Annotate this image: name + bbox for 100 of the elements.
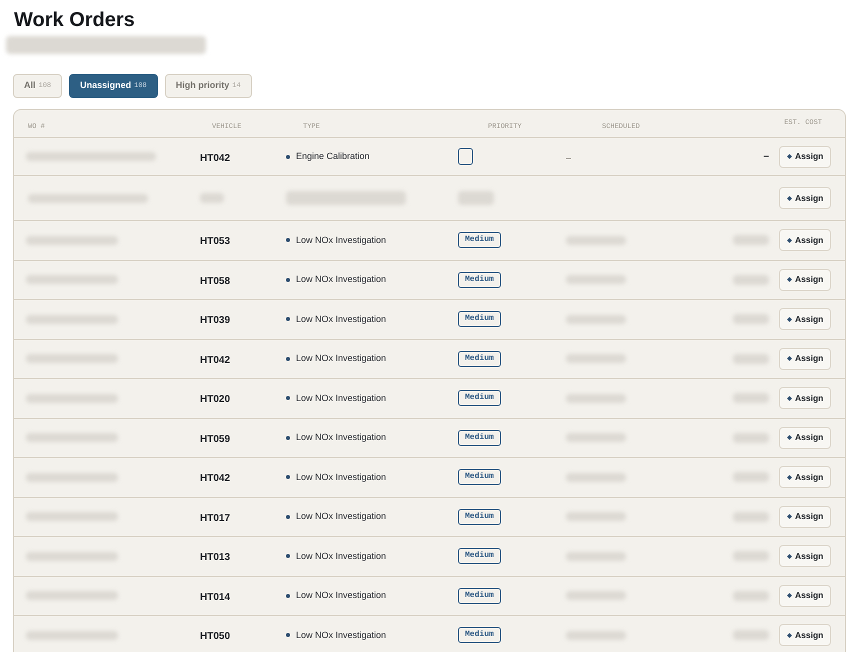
vehicle-id: HT059	[200, 434, 230, 445]
vehicle-id: HT017	[200, 512, 230, 524]
work-type: Low NOx Investigation	[296, 510, 386, 523]
blurred-text	[566, 591, 626, 600]
page-title: Work Orders	[14, 8, 135, 33]
priority-tag: Medium	[458, 508, 501, 525]
diamond-icon	[787, 396, 792, 401]
vehicle-id: HT042	[200, 473, 230, 484]
vehicle-id: HT013	[200, 552, 230, 564]
work-type: Low NOx Investigation	[296, 550, 386, 563]
work-type: Low NOx Investigation	[296, 273, 386, 286]
blurred-text	[733, 354, 769, 364]
work-type: Low NOx Investigation	[296, 234, 386, 247]
status-dot-icon	[286, 278, 290, 282]
blurred-text	[733, 274, 769, 285]
blurred-text	[733, 393, 769, 404]
vehicle-id: HT020	[200, 394, 230, 406]
assign-button[interactable]: Assign	[779, 348, 832, 370]
work-type: Low NOx Investigation	[296, 392, 386, 405]
assign-button[interactable]: Assign	[779, 466, 832, 488]
work-type: Low NOx Investigation	[296, 431, 386, 444]
assign-button[interactable]: Assign	[779, 387, 832, 410]
priority-tag: Medium	[458, 430, 501, 446]
diamond-icon	[787, 554, 792, 559]
blurred-text	[733, 551, 769, 562]
blurred-text	[566, 552, 626, 561]
blurred-text	[733, 512, 769, 522]
scheduled-date: –	[566, 152, 572, 162]
blurred-text	[733, 314, 769, 324]
diamond-icon	[787, 277, 792, 282]
work-type: Low NOx Investigation	[296, 352, 386, 365]
assign-button[interactable]: Assign	[779, 229, 832, 252]
blurred-text	[566, 275, 626, 284]
status-dot-icon	[286, 356, 290, 361]
vehicle-id: HT058	[200, 276, 230, 287]
priority-tag: Medium	[458, 350, 501, 367]
blurred-text	[458, 191, 494, 205]
vehicle-id: HT050	[200, 631, 230, 642]
priority-tag: Medium	[458, 272, 501, 288]
diamond-icon	[787, 154, 792, 159]
priority-tag: Medium	[458, 311, 501, 328]
status-dot-icon	[286, 594, 290, 598]
vehicle-id: HT042	[200, 354, 230, 366]
priority-tag: Medium	[458, 232, 501, 248]
vehicle-id: HT042	[200, 152, 230, 164]
blurred-text	[566, 354, 626, 364]
diamond-icon	[787, 474, 792, 480]
priority-tag: Medium	[458, 627, 501, 644]
status-dot-icon	[286, 436, 290, 440]
diamond-icon	[787, 316, 792, 322]
assign-button[interactable]: Assign	[779, 187, 832, 209]
status-dot-icon	[286, 633, 290, 638]
status-dot-icon	[286, 475, 290, 480]
diamond-icon	[787, 632, 792, 638]
priority-tag: Medium	[458, 390, 501, 406]
diamond-icon	[787, 356, 792, 362]
blurred-text	[733, 432, 769, 443]
blurred-text	[566, 433, 626, 442]
blurred-text	[200, 193, 224, 203]
blurred-text	[733, 630, 769, 640]
blurred-text	[566, 472, 626, 482]
status-dot-icon	[286, 396, 290, 400]
blurred-text	[733, 590, 769, 601]
priority-tag: Medium	[458, 469, 501, 486]
work-type: Engine Calibration	[296, 150, 370, 163]
assign-button[interactable]: Assign	[779, 146, 832, 168]
work-type: Low NOx Investigation	[296, 628, 386, 642]
diamond-icon	[787, 435, 792, 440]
diamond-icon	[787, 238, 792, 243]
status-dot-icon	[286, 554, 290, 558]
assign-button[interactable]: Assign	[779, 584, 832, 607]
priority-tag: Medium	[458, 588, 501, 604]
status-dot-icon	[286, 317, 290, 322]
blurred-text	[733, 472, 769, 482]
estimated-cost: –	[763, 150, 769, 164]
priority-tag: Medium	[458, 548, 501, 564]
assign-button[interactable]: Assign	[779, 545, 832, 568]
status-dot-icon	[286, 238, 290, 242]
diamond-icon	[787, 514, 792, 520]
work-type: Low NOx Investigation	[296, 312, 386, 326]
vehicle-id: HT014	[200, 592, 230, 603]
assign-button[interactable]: Assign	[779, 506, 832, 528]
priority-tag	[458, 148, 473, 165]
work-type: Low NOx Investigation	[296, 470, 386, 484]
blurred-text	[733, 235, 769, 246]
status-dot-icon	[286, 154, 290, 158]
diamond-icon	[787, 593, 792, 598]
assign-button[interactable]: Assign	[779, 268, 832, 291]
blurred-text	[566, 512, 626, 522]
blurred-text	[566, 314, 626, 324]
blurred-text	[566, 394, 626, 403]
status-dot-icon	[286, 514, 290, 519]
vehicle-id: HT039	[200, 315, 230, 326]
assign-button[interactable]: Assign	[779, 308, 832, 330]
blurred-text	[566, 630, 626, 640]
assign-button[interactable]: Assign	[779, 624, 832, 646]
blurred-text	[566, 236, 626, 245]
vehicle-id: HT053	[200, 236, 230, 248]
assign-button[interactable]: Assign	[779, 426, 832, 449]
diamond-icon	[787, 196, 792, 200]
